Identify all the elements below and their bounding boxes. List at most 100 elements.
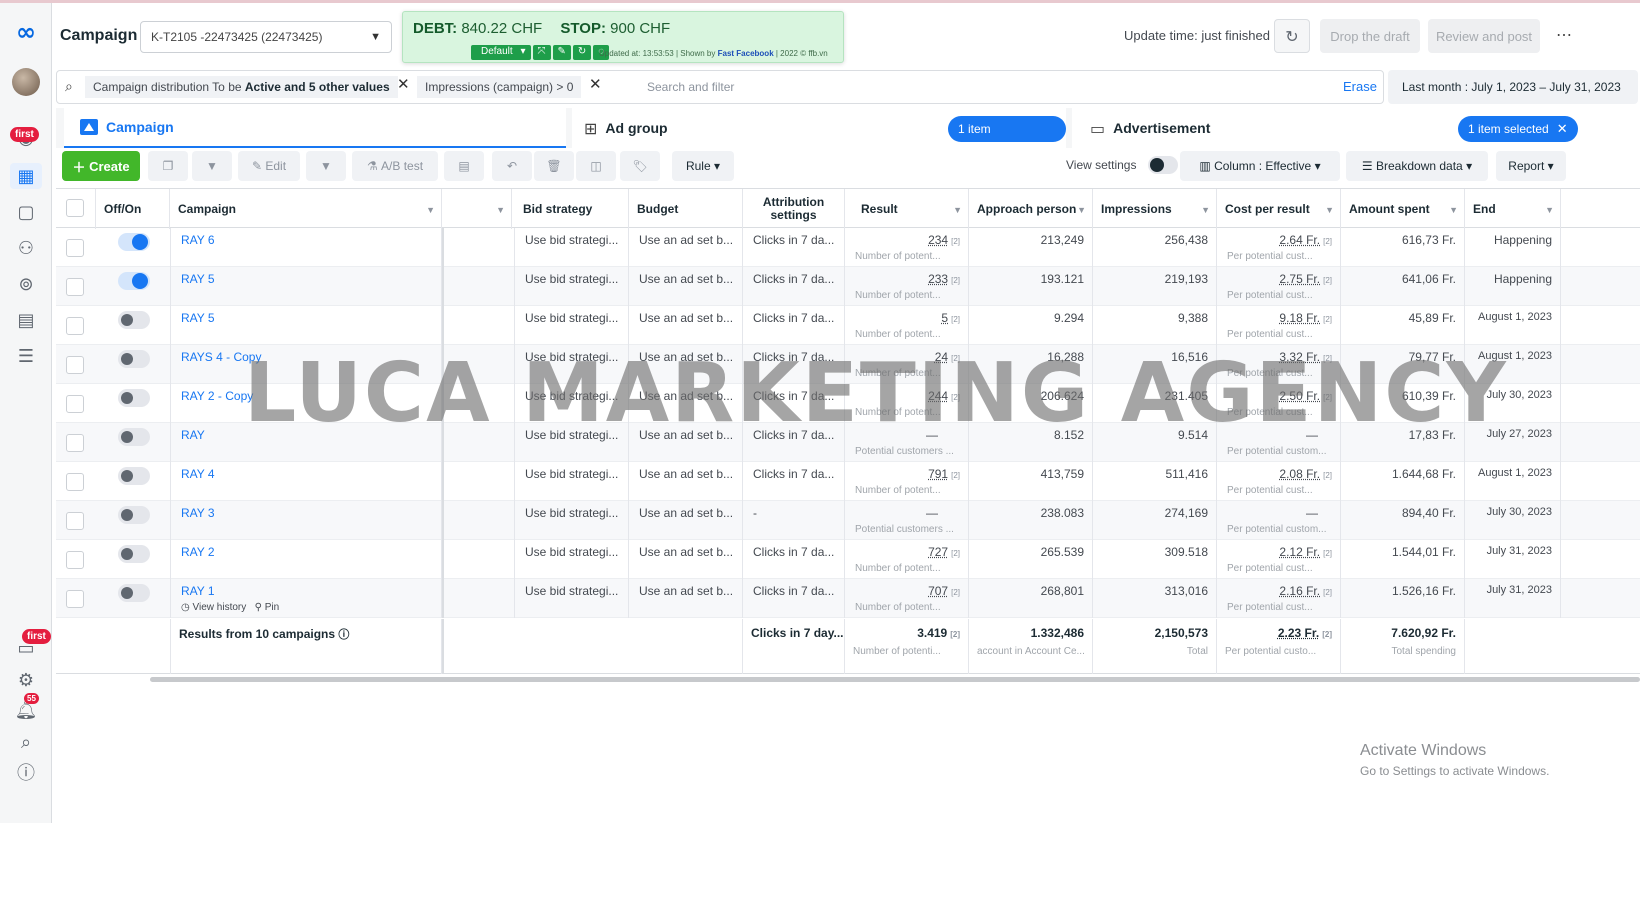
campaign-name-link[interactable]: RAY 6 <box>181 233 215 247</box>
pin-link[interactable]: Pin <box>265 602 279 613</box>
billing-icon[interactable]: ▤ <box>10 307 42 333</box>
tab-campaign[interactable]: Campaign <box>64 108 566 148</box>
help-icon[interactable]: ⓘ <box>10 759 42 785</box>
filter-bar[interactable]: ⌕ Campaign distribution To be Active and… <box>56 70 1384 104</box>
columns-button[interactable]: ▥ Column : Effective ▾ <box>1180 151 1340 181</box>
duplicate-dropdown[interactable]: ▼ <box>192 151 232 181</box>
close-icon[interactable]: ✕ <box>589 75 602 93</box>
campaign-name-link[interactable]: RAY 1 <box>181 584 215 598</box>
campaigns-table-icon[interactable]: ▦ <box>10 163 42 189</box>
row-checkbox[interactable] <box>66 317 84 335</box>
col-attribution[interactable]: Attribution settings <box>743 189 845 229</box>
edit-button[interactable]: ✎ Edit <box>238 151 300 181</box>
table-row[interactable]: RAY 5 Use bid strategi... Use an ad set … <box>56 306 1640 345</box>
more-options-icon[interactable]: ⋯ <box>1546 19 1582 53</box>
row-checkbox[interactable] <box>66 590 84 608</box>
refresh-button[interactable]: ↻ <box>1274 19 1310 53</box>
col-impressions[interactable]: Impressions ▼ <box>1093 189 1217 229</box>
meta-logo-icon[interactable]: ∞ <box>10 18 42 46</box>
search-icon[interactable]: ⌕ <box>10 729 42 755</box>
row-checkbox[interactable] <box>66 278 84 296</box>
tab-advertisement[interactable]: ▭ Advertisement 1 item selected ✕ <box>1072 108 1640 148</box>
col-cost-per-result[interactable]: Cost per result ▼ <box>1217 189 1341 229</box>
create-button[interactable]: ＋ Create <box>62 151 140 181</box>
view-settings-toggle[interactable] <box>1148 156 1178 174</box>
campaign-name-link[interactable]: RAY 3 <box>181 506 215 520</box>
row-checkbox[interactable] <box>66 239 84 257</box>
col-amount-spent[interactable]: Amount spent ▼ <box>1341 189 1465 229</box>
menu-icon[interactable]: ☰ <box>10 343 42 369</box>
horizontal-scrollbar[interactable] <box>150 677 1640 682</box>
tag-icon[interactable]: 🏷︎ <box>620 151 660 181</box>
campaign-name-link[interactable]: RAY 5 <box>181 272 215 286</box>
row-checkbox[interactable] <box>66 473 84 491</box>
row-checkbox[interactable] <box>66 551 84 569</box>
campaign-toggle[interactable] <box>118 506 150 524</box>
edit-dropdown[interactable]: ▼ <box>306 151 346 181</box>
export-icon[interactable]: ⤧ <box>532 45 551 60</box>
rule-button[interactable]: Rule ▾ <box>672 151 734 181</box>
campaign-toggle[interactable] <box>118 467 150 485</box>
table-row[interactable]: RAY 1 ◷ View history ⚲ Pin Use bid strat… <box>56 579 1640 618</box>
reports-icon[interactable]: ▭ first <box>10 629 51 661</box>
col-end[interactable]: End ▼ <box>1465 189 1561 229</box>
default-dropdown[interactable]: Default ▾ <box>471 45 531 60</box>
row-checkbox[interactable] <box>66 356 84 374</box>
campaign-name-link[interactable]: RAY 2 - Copy <box>181 389 253 403</box>
campaign-toggle[interactable] <box>118 545 150 563</box>
preview-icon[interactable]: ◫ <box>576 151 616 181</box>
gear-icon[interactable]: ⚙ <box>10 667 42 693</box>
date-range-picker[interactable]: Last month : July 1, 2023 – July 31, 202… <box>1388 70 1638 104</box>
campaign-name-link[interactable]: RAY 4 <box>181 467 215 481</box>
bell-icon[interactable]: 🔔︎ 55 <box>10 693 42 723</box>
trash-icon[interactable]: 🗑︎ <box>534 151 574 181</box>
select-all-checkbox[interactable] <box>66 199 84 217</box>
account-select[interactable]: K-T2105 -22473425 (22473425) ▼ <box>140 21 392 53</box>
edit-icon[interactable]: ✎ <box>552 45 571 60</box>
audiences-icon[interactable]: ⚇ <box>10 235 42 261</box>
campaign-toggle[interactable] <box>118 389 150 407</box>
campaign-name-link[interactable]: RAY 5 <box>181 311 215 325</box>
search-input[interactable]: Search and filter <box>647 80 734 94</box>
table-row[interactable]: RAY 5 Use bid strategi... Use an ad set … <box>56 267 1640 306</box>
erase-link[interactable]: Erase <box>1343 79 1377 94</box>
campaign-toggle[interactable] <box>118 272 150 290</box>
report-button[interactable]: Report ▾ <box>1496 151 1566 181</box>
pages-icon[interactable]: ▢ <box>10 199 42 225</box>
campaign-name-link[interactable]: RAY <box>181 428 205 442</box>
review-post-button[interactable]: Review and post <box>1428 19 1540 53</box>
undo-icon[interactable]: ↶ <box>492 151 532 181</box>
campaign-toggle[interactable] <box>118 233 150 251</box>
campaign-toggle[interactable] <box>118 428 150 446</box>
table-row[interactable]: RAY 3 Use bid strategi... Use an ad set … <box>56 501 1640 540</box>
col-campaign[interactable]: Campaign ▼ <box>170 189 442 229</box>
ads-manager-icon[interactable]: ◉ first <box>10 125 42 151</box>
col-blank[interactable]: ▼ <box>442 189 512 229</box>
campaign-toggle[interactable] <box>118 350 150 368</box>
campaign-toggle[interactable] <box>118 311 150 329</box>
col-budget[interactable]: Budget <box>629 189 743 229</box>
breakdown-button[interactable]: ☰ Breakdown data ▾ <box>1346 151 1488 181</box>
tab-ad-group[interactable]: ⊞ Ad group 1 item selected ✕ <box>572 108 1066 162</box>
advertisement-selected-pill[interactable]: 1 item selected ✕ <box>1458 116 1578 142</box>
col-bid-strategy[interactable]: Bid strategy <box>515 189 629 229</box>
table-row[interactable]: RAY 4 Use bid strategi... Use an ad set … <box>56 462 1640 501</box>
avatar[interactable] <box>10 68 42 96</box>
drop-draft-button[interactable]: Drop the draft <box>1320 19 1420 53</box>
row-checkbox[interactable] <box>66 512 84 530</box>
table-row[interactable]: RAY 6 Use bid strategi... Use an ad set … <box>56 228 1640 267</box>
table-row[interactable]: RAY 2 Use bid strategi... Use an ad set … <box>56 540 1640 579</box>
close-icon[interactable]: ✕ <box>397 75 410 93</box>
clipboard-icon[interactable]: ▤ <box>444 151 484 181</box>
view-history-link[interactable]: View history <box>193 602 247 613</box>
ad-group-selected-pill[interactable]: 1 item selected ✕ <box>948 116 1066 162</box>
duplicate-icon[interactable]: ❐ <box>148 151 188 181</box>
events-icon[interactable]: ⊚ <box>10 271 42 297</box>
filter-chip-distribution[interactable]: Campaign distribution To be Active and 5… <box>85 76 398 98</box>
filter-chip-impressions[interactable]: Impressions (campaign) > 0 <box>417 76 582 98</box>
campaign-name-link[interactable]: RAY 2 <box>181 545 215 559</box>
col-result[interactable]: Result ▼ <box>845 189 969 229</box>
col-approach[interactable]: Approach person ▼ <box>969 189 1093 229</box>
col-offon[interactable]: Off/On <box>96 189 170 229</box>
row-checkbox[interactable] <box>66 434 84 452</box>
